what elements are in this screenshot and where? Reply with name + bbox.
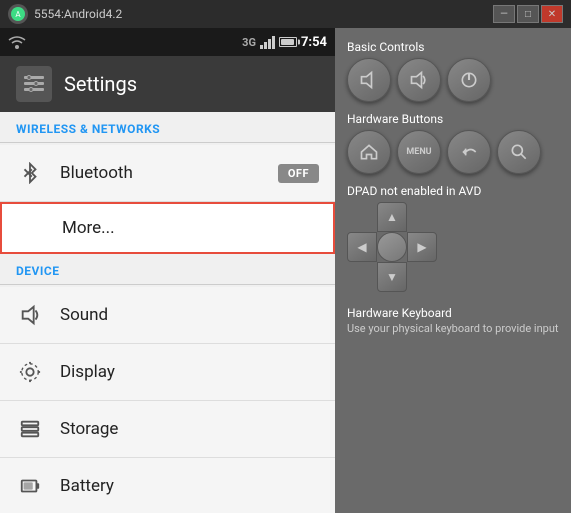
dpad-empty-tr [407, 202, 437, 232]
title-bar: A 5554:Android4.2 — □ ✕ [0, 0, 571, 28]
basic-controls-section: Basic Controls [347, 40, 559, 102]
main-content: 3G 7:54 [0, 28, 571, 513]
settings-title: Settings [64, 72, 137, 96]
wifi-icon [8, 35, 26, 49]
vol-up-button[interactable] [397, 58, 441, 102]
status-bar: 3G 7:54 [0, 28, 335, 56]
settings-item-display[interactable]: Display [0, 344, 335, 401]
hardware-buttons-section: Hardware Buttons MENU [347, 112, 559, 174]
dpad-left-button[interactable]: ◀ [347, 232, 377, 262]
dpad-title: DPAD not enabled in AVD [347, 184, 559, 198]
right-panel: Basic Controls Hardware Buttons M [335, 28, 571, 513]
basic-controls-title: Basic Controls [347, 40, 559, 54]
divider-2 [0, 284, 335, 285]
search-button[interactable] [497, 130, 541, 174]
section-wireless: WIRELESS & NETWORKS [0, 112, 335, 140]
window-controls: — □ ✕ [493, 5, 563, 23]
close-button[interactable]: ✕ [541, 5, 563, 23]
dpad-section: DPAD not enabled in AVD ▲ ◀ ▶ ▼ [347, 184, 559, 292]
dpad-down-button[interactable]: ▼ [377, 262, 407, 292]
settings-item-storage[interactable]: Storage [0, 401, 335, 458]
back-button[interactable] [447, 130, 491, 174]
settings-item-battery[interactable]: Battery [0, 458, 335, 513]
minimize-button[interactable]: — [493, 5, 515, 23]
bluetooth-label: Bluetooth [60, 163, 262, 183]
window-title: 5554:Android4.2 [34, 7, 122, 21]
hardware-buttons-row: MENU [347, 130, 559, 174]
display-label: Display [60, 362, 319, 382]
settings-item-more[interactable]: More... [0, 202, 335, 254]
sound-label: Sound [60, 305, 319, 325]
section-device: DEVICE [0, 254, 335, 282]
power-button[interactable] [447, 58, 491, 102]
dpad-up-button[interactable]: ▲ [377, 202, 407, 232]
hardware-buttons-title: Hardware Buttons [347, 112, 559, 126]
basic-controls-row [347, 58, 559, 102]
dpad-empty-bl [347, 262, 377, 292]
time-label: 7:54 [301, 35, 327, 50]
status-left [8, 35, 26, 49]
dpad-center-button[interactable] [377, 232, 407, 262]
storage-label: Storage [60, 419, 319, 439]
svg-text:A: A [15, 10, 21, 19]
battery-settings-icon [16, 472, 44, 500]
title-bar-left: A 5554:Android4.2 [8, 4, 122, 24]
settings-item-bluetooth[interactable]: Bluetooth OFF [0, 145, 335, 202]
settings-list: WIRELESS & NETWORKS Bluetooth OFF More..… [0, 112, 335, 513]
settings-header: Settings [0, 56, 335, 112]
dpad: ▲ ◀ ▶ ▼ [347, 202, 437, 292]
vol-down-button[interactable] [347, 58, 391, 102]
app-icon: A [8, 4, 28, 24]
network-label: 3G [242, 36, 256, 49]
settings-icon-box [16, 66, 52, 102]
dpad-empty-br [407, 262, 437, 292]
settings-item-sound[interactable]: Sound [0, 287, 335, 344]
signal-icon [260, 35, 275, 49]
dpad-empty-tl [347, 202, 377, 232]
keyboard-section: Hardware Keyboard Use your physical keyb… [347, 306, 559, 335]
more-label: More... [18, 218, 317, 238]
keyboard-description: Use your physical keyboard to provide in… [347, 322, 559, 335]
keyboard-title: Hardware Keyboard [347, 306, 559, 320]
left-panel: 3G 7:54 [0, 28, 335, 513]
storage-icon [16, 415, 44, 443]
status-right: 3G 7:54 [242, 35, 327, 50]
settings-icon [22, 72, 46, 96]
bluetooth-icon [16, 159, 44, 187]
battery-icon [279, 37, 297, 47]
display-icon [16, 358, 44, 386]
divider-1 [0, 142, 335, 143]
sound-icon [16, 301, 44, 329]
menu-button[interactable]: MENU [397, 130, 441, 174]
dpad-right-button[interactable]: ▶ [407, 232, 437, 262]
maximize-button[interactable]: □ [517, 5, 539, 23]
bluetooth-toggle[interactable]: OFF [278, 164, 319, 183]
home-button[interactable] [347, 130, 391, 174]
battery-label: Battery [60, 476, 319, 496]
